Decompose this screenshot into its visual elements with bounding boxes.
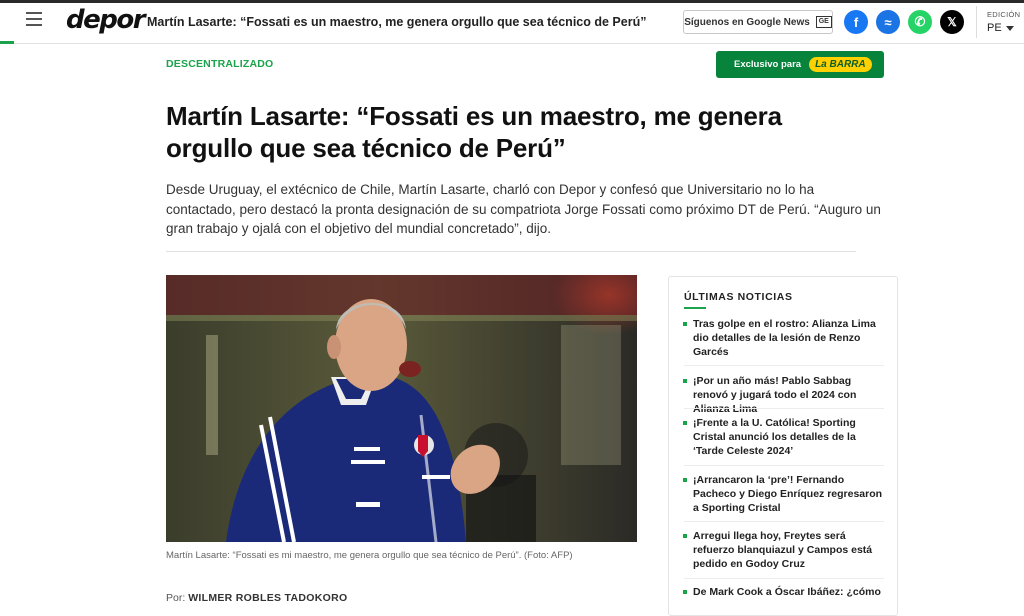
facebook-icon[interactable]: f [844,10,868,34]
top-navigation-bar: depor Martín Lasarte: “Fossati es un mae… [0,0,1024,44]
bullet-icon [683,534,687,538]
edition-selector[interactable]: PE [987,22,1002,34]
news-item-text[interactable]: ¡Por un año más! Pablo Sabbag renovó y j… [693,375,856,415]
news-item-text[interactable]: ¡Arrancaron la ‘pre’! Fernando Pacheco y… [693,474,882,514]
header-divider [976,6,977,38]
news-item[interactable]: ¡Frente a la U. Católica! Sporting Crist… [683,416,888,458]
whatsapp-icon[interactable]: ✆ [908,10,932,34]
hamburger-menu-icon[interactable] [26,12,42,30]
article-byline: Por: WILMER ROBLES TADOKORO [166,592,347,604]
depor-logo[interactable]: depor [66,5,146,35]
section-tag[interactable]: DESCENTRALIZADO [166,58,273,70]
x-icon[interactable]: 𝕏 [940,10,964,34]
header-article-title: Martín Lasarte: “Fossati es un maestro, … [147,15,647,29]
news-divider [684,408,884,409]
reading-progress-bar [0,41,14,44]
byline-prefix: Por: [166,592,186,604]
latest-news-title: ÚLTIMAS NOTICIAS [684,291,793,303]
news-item-text[interactable]: De Mark Cook a Óscar Ibáñez: ¿cómo [693,586,881,598]
news-item-text[interactable]: ¡Frente a la U. Católica! Sporting Crist… [693,417,856,457]
news-item[interactable]: Tras golpe en el rostro: Alianza Lima di… [683,317,888,359]
bullet-icon [683,421,687,425]
news-item-text[interactable]: Arregui llega hoy, Freytes será refuerzo… [693,530,872,570]
bullet-icon [683,322,687,326]
bullet-icon [683,379,687,383]
bullet-icon [683,590,687,594]
article-photo [166,275,637,542]
exclusive-label: Exclusivo para [734,59,802,70]
news-divider [684,578,884,579]
news-item[interactable]: ¡Arrancaron la ‘pre’! Fernando Pacheco y… [683,473,888,515]
article-subtitle: Desde Uruguay, el extécnico de Chile, Ma… [166,182,881,236]
news-item[interactable]: Arregui llega hoy, Freytes será refuerzo… [683,529,888,571]
google-news-follow-button[interactable]: Síguenos en Google News GE [683,10,833,34]
google-news-label: Síguenos en Google News [684,16,810,28]
photo-illustration [166,275,637,542]
photo-caption: Martín Lasarte: “Fossati es mi maestro, … [166,550,573,561]
article-title: Martín Lasarte: “Fossati es un maestro, … [166,101,782,163]
news-item[interactable]: De Mark Cook a Óscar Ibáñez: ¿cómo [683,585,888,599]
google-news-icon: GE [815,16,832,28]
la-barra-logo: La BARRA [809,57,872,72]
author-name[interactable]: WILMER ROBLES TADOKORO [188,592,347,604]
latest-news-panel: ÚLTIMAS NOTICIAS Tras golpe en el rostro… [668,276,898,616]
bullet-icon [683,478,687,482]
top-dark-line [0,0,1024,3]
news-divider [684,365,884,366]
exclusive-banner[interactable]: Exclusivo para La BARRA [716,51,884,78]
messenger-icon[interactable]: ≈ [876,10,900,34]
news-item-text[interactable]: Tras golpe en el rostro: Alianza Lima di… [693,318,876,358]
news-divider [684,521,884,522]
article-separator [166,251,856,252]
latest-news-accent [684,307,706,309]
edition-label: EDICIÓN [987,10,1021,19]
chevron-down-icon[interactable] [1006,26,1014,31]
news-item[interactable]: ¡Por un año más! Pablo Sabbag renovó y j… [683,374,888,416]
news-divider [684,465,884,466]
